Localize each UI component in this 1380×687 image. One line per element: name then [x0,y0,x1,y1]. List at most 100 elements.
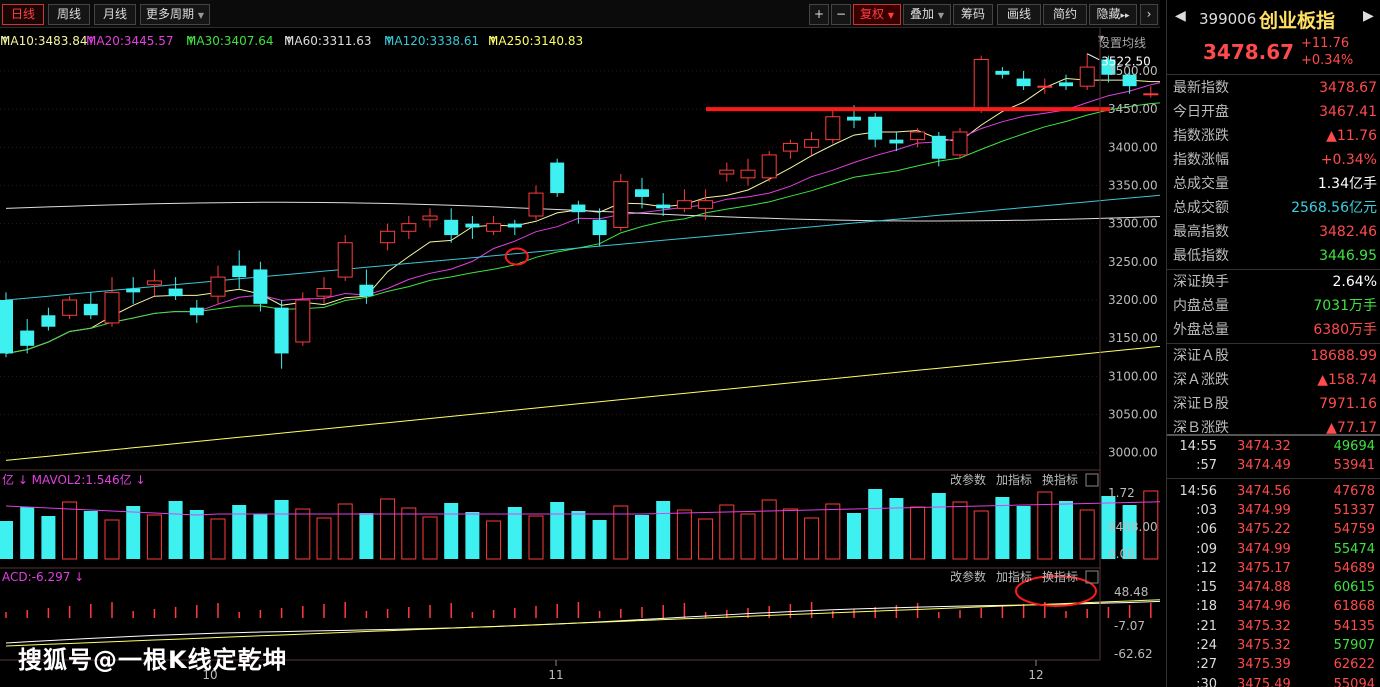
month-label: 11 [548,668,563,682]
stat-label: 深Ａ涨跌 [1173,372,1229,388]
candle-body [232,265,247,278]
volume-tick-label: 0.00 [1108,547,1135,561]
stat-value: ▲11.76 [1326,128,1377,144]
draw-line-button[interactable]: 画线 [997,4,1041,25]
more-periods-label: 更多周期 [146,7,195,21]
next-stock-icon[interactable]: ▶ [1363,8,1374,24]
tick-time: :27 [1196,657,1217,673]
zoom-out-button[interactable]: − [831,4,851,25]
prev-stock-icon[interactable]: ◀ [1175,8,1186,24]
tick-price: 3475.32 [1237,638,1291,653]
tick-price: 3475.32 [1237,618,1291,634]
volume-bar [83,511,98,559]
month-label: 12 [1028,668,1043,682]
candle-body [761,154,777,179]
tick-time: :03 [1196,502,1217,518]
candle-body [126,288,141,293]
kline-chart[interactable]: 亿 ↓ MAVOL2:1.546亿 ↓ 改参数 加指标 换指标 ACD:-6.297 … [0,28,1160,687]
candle-body [507,223,522,228]
tick-row: :06 3475.22 54759 [1167,520,1380,539]
candle-body [910,131,926,141]
tick-volume: 62622 [1333,657,1375,673]
restore-rights-dropdown[interactable]: 复权 ▼ [853,4,901,25]
simple-mode-button[interactable]: 简约 [1043,4,1087,25]
volume-bar [189,510,204,559]
tick-price: 3474.99 [1237,541,1291,557]
macd-indicator-button[interactable]: 改参数 [950,569,986,584]
restore-rights-label: 复权 [860,7,885,21]
chips-button[interactable]: 筹码 [953,4,993,25]
stat-value: 2568.56亿元 [1291,200,1377,216]
volume-bar [232,505,247,559]
volume-indicator-button[interactable]: 改参数 [950,472,986,487]
overlay-label: 叠加 [910,7,935,21]
hide-label: 隐藏 [1096,7,1121,21]
candle-body [401,223,417,232]
stat-label: 总成交量 [1173,176,1229,192]
price-tick-label: 3400.00 [1108,140,1158,154]
volume-bar [1037,491,1053,560]
volume-indicator-button[interactable]: 换指标 [1042,472,1078,487]
volume-indicator-button[interactable]: 加指标 [996,472,1032,487]
stat-value: 2.64% [1332,274,1377,290]
candle-body [571,204,586,213]
price-tick-label: 3500.00 [1108,64,1158,78]
candle-body [719,169,735,175]
volume-bar [889,498,904,559]
moving-average-lines [5,77,1160,461]
index-name: 创业板指 [1259,10,1336,32]
tick-price: 3474.99 [1237,502,1291,518]
stat-label: 最新指数 [1173,80,1229,96]
tick-time: :12 [1196,560,1217,576]
stat-row: 指数涨幅 +0.34% [1173,148,1377,172]
stat-row: 最低指数 3446.95 [1173,244,1377,268]
volume-bar [359,513,374,559]
macd-tick-label: 48.48 [1114,585,1148,599]
period-tab-weekly[interactable]: 周线 [48,4,90,25]
volume-bar [146,514,162,560]
stat-label: 深证Ａ股 [1173,348,1229,364]
volume-tick-label: 1.72 [1108,486,1135,500]
more-periods-dropdown[interactable]: 更多周期 ▼ [140,4,210,25]
overlay-dropdown[interactable]: 叠加 ▼ [903,4,951,25]
tick-row: :30 3475.49 55094 [1167,675,1380,687]
macd-tick-label: -7.07 [1114,619,1145,633]
stat-label: 指数涨跌 [1173,128,1229,144]
chevron-right-icon[interactable]: › [1140,4,1158,25]
macd-histogram: ACD:-6.297 ↓ 改参数 加指标 换指标 [2,569,1160,647]
candle-body [274,307,289,354]
tick-volume: 49694 [1333,439,1375,454]
candle-body [592,219,607,236]
price-tick-label: 3300.00 [1108,217,1158,231]
stat-row: 总成交量 1.34亿手 [1173,172,1377,196]
period-tab-daily[interactable]: 日线 [2,4,44,25]
candle-body [995,70,1010,75]
volume-bar [126,506,141,559]
tick-row: :27 3475.39 62622 [1167,655,1380,674]
macd-tick-label: -62.62 [1114,647,1153,661]
stat-row: 最新指数 3478.67 [1173,76,1377,100]
price-change-pct: +0.34% [1301,53,1354,68]
tick-price: 3474.32 [1237,439,1291,454]
period-tab-monthly[interactable]: 月线 [94,4,136,25]
zoom-in-button[interactable]: + [809,4,829,25]
volume-bar [931,493,946,559]
candle-body [1143,93,1159,96]
macd-indicator-button[interactable]: 加指标 [996,569,1032,584]
tick-row: :15 3474.88 60615 [1167,578,1380,597]
candle-body [295,299,311,343]
price-tick-label: 3450.00 [1108,102,1158,116]
price-tick-label: 3350.00 [1108,178,1158,192]
candle-body [62,299,78,316]
stat-value: 7971.16 [1319,396,1377,412]
period-toolbar: 日线 周线 月线 更多周期 ▼ + − 复权 ▼ 叠加 ▼ 筹码 画线 简约 隐… [0,0,1160,28]
tick-price: 3474.88 [1237,580,1291,596]
macd-indicator-button[interactable]: 换指标 [1042,569,1078,584]
volume-tick-label: 8468.00 [1108,520,1158,534]
volume-bar [825,503,841,560]
tick-volume: 55474 [1333,541,1375,557]
hide-button[interactable]: 隐藏▸▸ [1089,4,1137,25]
volume-bar [0,521,13,559]
stat-row: 今日开盘 3467.41 [1173,100,1377,124]
candle-body [528,192,544,217]
